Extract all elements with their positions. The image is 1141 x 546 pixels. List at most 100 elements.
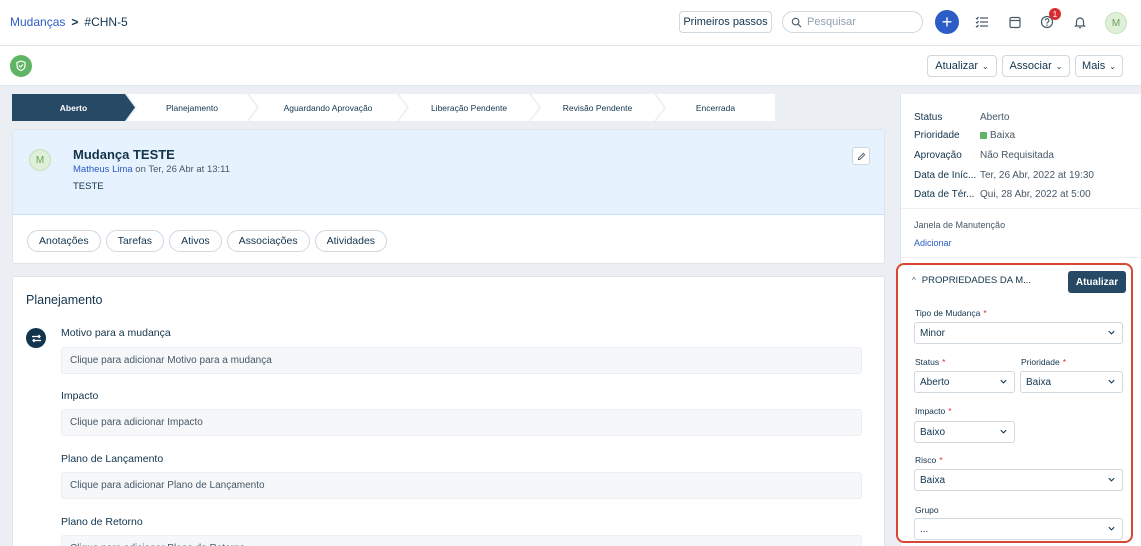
summary-inicio-key: Data de Iníc... [914, 170, 977, 181]
chevron-down-icon [1108, 330, 1115, 335]
adicionar-janela-link[interactable]: Adicionar [914, 238, 952, 248]
tab-ativos[interactable]: Ativos [169, 230, 222, 252]
chevron-down-icon [1000, 429, 1007, 434]
risco-value: Baixa [920, 474, 946, 486]
tab-anotacoes[interactable]: Anotações [27, 230, 101, 252]
bell-icon[interactable] [1071, 13, 1089, 31]
tab-atividades[interactable]: Atividades [314, 230, 388, 252]
prioridade-select[interactable]: Baixa [1020, 371, 1123, 393]
planning-card: Planejamento Motivo para a mudança Cliqu… [12, 276, 885, 546]
mais-button[interactable]: Mais ⌄ [1075, 55, 1123, 77]
mais-label: Mais [1082, 60, 1106, 72]
required-mark: * [939, 455, 943, 465]
status-value: Aberto [920, 376, 950, 388]
ticket-title: Mudança TESTE [73, 147, 175, 162]
chevron-down-icon [1108, 526, 1115, 531]
checklist-icon[interactable] [973, 13, 991, 31]
summary-status-value: Aberto [980, 112, 1010, 123]
search-input[interactable]: Pesquisar [782, 11, 923, 33]
required-mark: * [983, 308, 987, 318]
chevron-down-icon [1108, 379, 1115, 384]
summary-termino-value: Qui, 28 Abr, 2022 at 5:00 [980, 189, 1091, 200]
summary-prioridade: Prioridade Baixa [914, 130, 1015, 141]
tipo-mudanca-label-text: Tipo de Mudança [915, 308, 981, 318]
required-mark: * [942, 357, 946, 367]
breadcrumb-current: #CHN-5 [84, 15, 128, 29]
risco-select[interactable]: Baixa [914, 469, 1123, 491]
summary-inicio-value: Ter, 26 Abr, 2022 at 19:30 [980, 170, 1094, 181]
chevron-down-icon: ⌄ [1055, 61, 1063, 71]
priority-dot-icon [980, 131, 987, 139]
stage-aguardando-aprovacao[interactable]: Aguardando Aprovação [249, 94, 407, 121]
grupo-select[interactable]: ... [914, 518, 1123, 540]
top-bar: Mudanças > #CHN-5 Primeiros passos Pesqu… [0, 0, 1141, 46]
planning-icon [26, 328, 46, 348]
impacto-prop-label: Impacto * [915, 406, 952, 416]
impacto-select[interactable]: Baixo [914, 421, 1015, 443]
summary-status: Status Aberto [914, 112, 1009, 123]
author-link[interactable]: Matheus Lima [73, 164, 133, 175]
summary-status-key: Status [914, 112, 943, 123]
atualizar-label: Atualizar [935, 60, 979, 72]
impacto-value: Baixo [920, 426, 946, 438]
associar-button[interactable]: Associar ⌄ [1002, 55, 1070, 77]
summary-termino-key: Data de Tér... [914, 189, 975, 200]
status-label: Status * [915, 357, 945, 367]
motivo-field[interactable]: Clique para adicionar Motivo para a muda… [61, 347, 862, 374]
stage-revisao-pendente[interactable]: Revisão Pendente [531, 94, 664, 121]
chevron-down-icon [1108, 477, 1115, 482]
search-icon [791, 17, 802, 27]
status-select[interactable]: Aberto [914, 371, 1015, 393]
chevron-down-icon: ⌄ [1109, 61, 1116, 71]
tab-associacoes[interactable]: Associações [226, 230, 310, 252]
breadcrumb-separator: > [71, 15, 79, 29]
summary-inicio: Data de Iníc... Ter, 26 Abr, 2022 at 19:3… [914, 170, 1094, 181]
stage-liberacao-pendente[interactable]: Liberação Pendente [399, 94, 539, 121]
grupo-label-text: Grupo [915, 505, 939, 515]
status-label-text: Status [915, 357, 940, 367]
chevron-down-icon: ⌄ [982, 61, 989, 71]
requester-avatar: M [29, 149, 51, 171]
action-bar: Atualizar ⌄ Associar ⌄ Mais ⌄ [0, 46, 1141, 86]
prioridade-label-text: Prioridade [1021, 357, 1060, 367]
tipo-mudanca-value: Minor [920, 327, 946, 339]
required-mark: * [1062, 357, 1067, 367]
risco-label-text: Risco [915, 455, 937, 465]
properties-update-button[interactable]: Atualizar [1068, 271, 1126, 293]
summary-prioridade-key: Prioridade [914, 130, 960, 141]
tipo-mudanca-select[interactable]: Minor [914, 322, 1123, 344]
edit-button[interactable] [852, 147, 870, 165]
user-avatar[interactable]: M [1105, 12, 1127, 34]
plano-retorno-label: Plano de Retorno [61, 516, 143, 528]
ticket-date: on Ter, 26 Abr at 13:11 [132, 164, 231, 175]
stage-encerrada[interactable]: Encerrada [656, 94, 775, 121]
summary-aprovacao: Aprovação Não Requisitada [914, 150, 1054, 161]
ticket-meta: Matheus Lima on Ter, 26 Abr at 13:11 [73, 164, 230, 175]
summary-aprovacao-value: Não Requisitada [980, 150, 1054, 161]
impacto-field[interactable]: Clique para adicionar Impacto [61, 409, 862, 436]
properties-panel: ^ PROPRIEDADES DA M... Atualizar Tipo de… [896, 263, 1133, 543]
atualizar-button[interactable]: Atualizar ⌄ [927, 55, 997, 77]
required-mark: * [948, 406, 952, 416]
motivo-label: Motivo para a mudança [61, 327, 171, 339]
calendar-icon[interactable] [1006, 13, 1024, 31]
primeiros-passos-button[interactable]: Primeiros passos [679, 11, 772, 33]
pencil-icon [857, 152, 865, 160]
stage-planejamento[interactable]: Planejamento [127, 94, 257, 121]
ticket-description: TESTE [73, 181, 104, 192]
plano-retorno-field[interactable]: Clique para adicionar Plano de Retorno [61, 535, 862, 546]
prioridade-label: Prioridade * [1021, 357, 1066, 367]
impacto-label: Impacto [61, 390, 99, 402]
risco-label: Risco * [915, 455, 943, 465]
summary-termino: Data de Tér... Qui, 28 Abr, 2022 at 5:00 [914, 189, 1091, 200]
stage-aberto[interactable]: Aberto [12, 94, 135, 121]
summary-prioridade-value: Baixa [990, 130, 1016, 141]
properties-header[interactable]: ^ PROPRIEDADES DA M... [912, 275, 1031, 286]
plano-lancamento-field[interactable]: Clique para adicionar Plano de Lançament… [61, 472, 862, 499]
shield-icon [10, 55, 32, 77]
add-new-button[interactable]: + [935, 10, 959, 34]
breadcrumb-mudancas-link[interactable]: Mudanças [10, 15, 65, 29]
summary-aprovacao-key: Aprovação [914, 150, 962, 161]
properties-title: PROPRIEDADES DA M... [921, 275, 1032, 286]
tab-tarefas[interactable]: Tarefas [105, 230, 165, 252]
